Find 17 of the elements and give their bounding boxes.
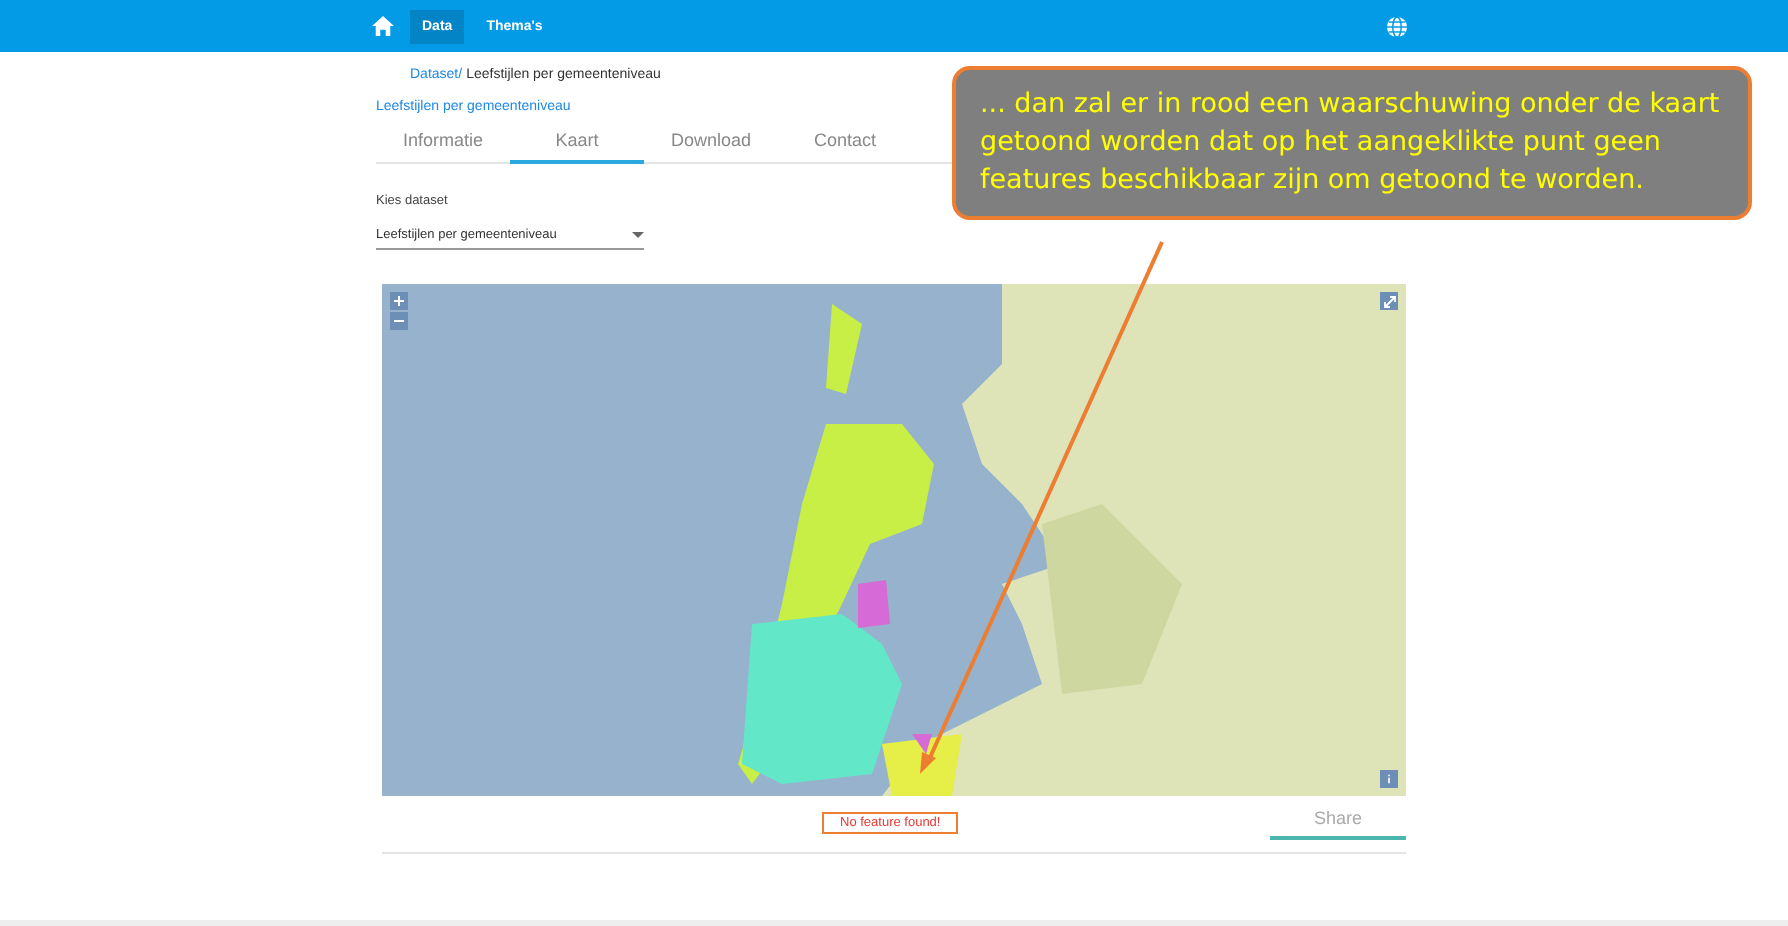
minus-icon (394, 316, 404, 326)
expand-icon (1383, 295, 1395, 307)
tab[interactable]: Contact (778, 120, 912, 164)
share-tab[interactable]: Share (1270, 796, 1406, 840)
fullscreen-button[interactable] (1380, 292, 1398, 310)
tab[interactable]: Kaart (510, 120, 644, 164)
info-button[interactable] (1380, 770, 1398, 788)
home-icon[interactable] (372, 16, 394, 36)
zoom-in-button[interactable] (390, 292, 408, 310)
caret-icon (632, 232, 644, 238)
info-icon (1384, 774, 1394, 784)
globe-icon[interactable] (1386, 15, 1408, 37)
zoom-out-button[interactable] (390, 312, 408, 330)
callout-box: ... dan zal er in rood een waarschuwing onder de kaart getoond worden dat op het aangeklikte punt geen features beschikbaar zijn om getoond te worden. (952, 66, 1752, 220)
tab[interactable]: Download (644, 120, 778, 164)
tab[interactable]: Informatie (376, 120, 510, 164)
plus-icon (394, 296, 404, 306)
